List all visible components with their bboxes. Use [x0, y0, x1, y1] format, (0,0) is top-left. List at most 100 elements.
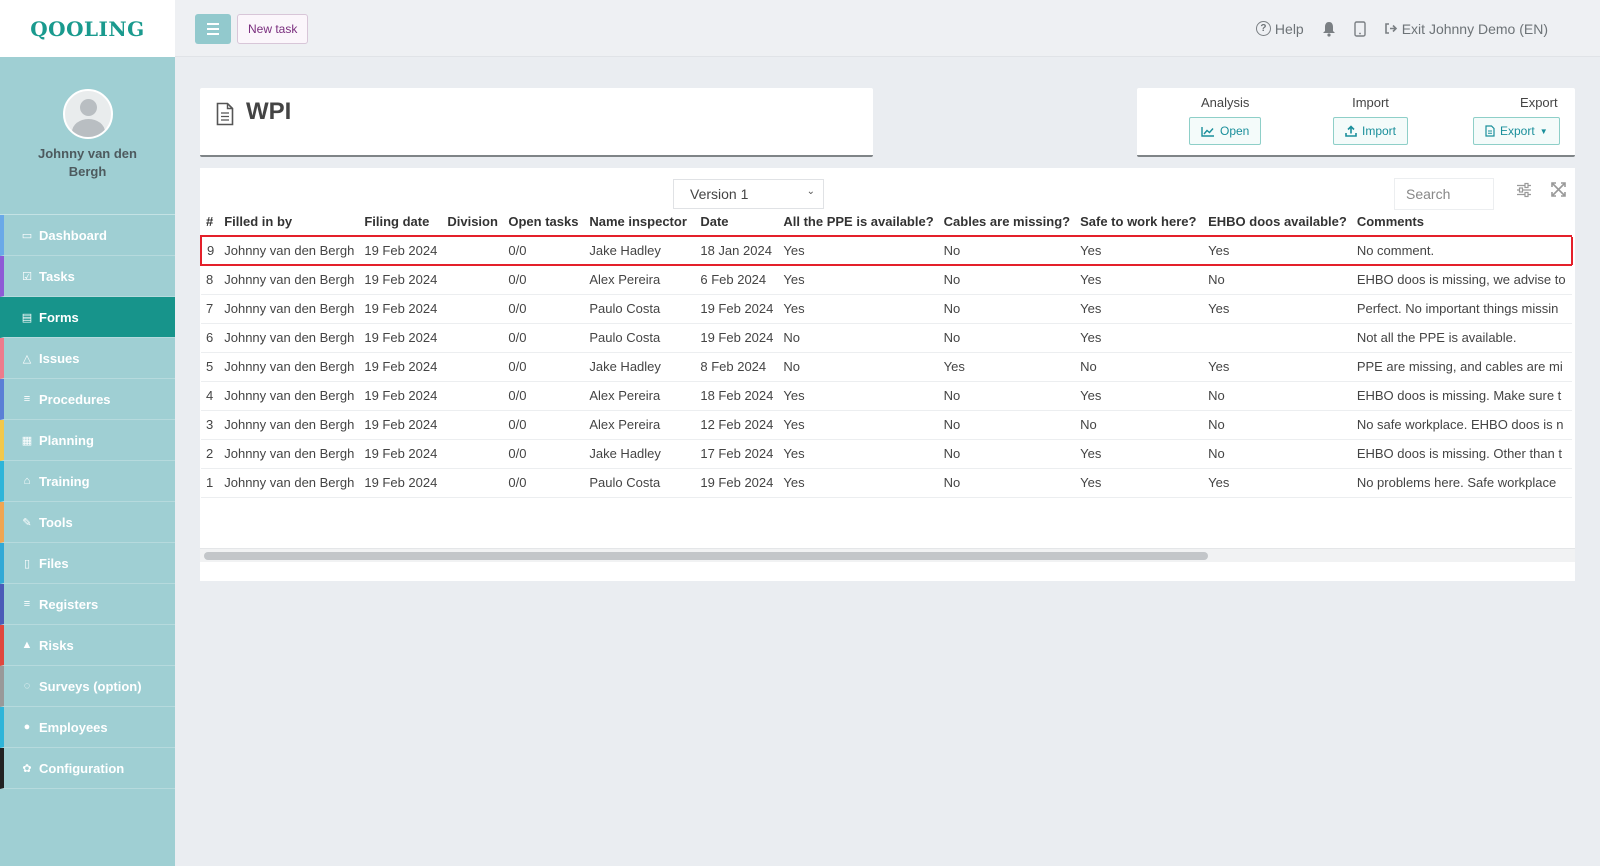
export-dropdown-button[interactable]: Export ▼ [1473, 117, 1560, 145]
top-bar: New task ? Help Exit Johnny Demo (EN) [175, 0, 1600, 57]
column-header[interactable]: All the PPE is available? [778, 208, 939, 237]
sidebar-item-planning[interactable]: ▦ Planning [0, 420, 175, 461]
sidebar-item-tools[interactable]: ✎ Tools [0, 502, 175, 543]
sidebar-item-issues[interactable]: △ Issues [0, 338, 175, 379]
table-cell: No [1075, 352, 1204, 382]
table-cell: 6 Feb 2024 [695, 265, 779, 295]
file-icon [1485, 125, 1495, 137]
column-header[interactable]: Comments [1351, 208, 1572, 237]
sidebar-item-tasks[interactable]: ☑ Tasks [0, 256, 175, 297]
column-header[interactable]: Filing date [359, 208, 443, 237]
scrollbar-thumb[interactable] [204, 552, 1208, 560]
sidebar-item-label: Configuration [39, 760, 125, 776]
column-header[interactable]: Open tasks [503, 208, 585, 237]
horizontal-scrollbar[interactable] [200, 548, 1575, 562]
table-row[interactable]: 2 Johnny van den Bergh 19 Feb 2024 0/0 Jake … [201, 439, 1572, 469]
search-input[interactable]: Search [1394, 178, 1494, 210]
table-cell: Yes [778, 235, 939, 266]
sidebar-item-training[interactable]: ⌂ Training [0, 461, 175, 502]
table-cell: Johnny van den Bergh [219, 265, 360, 295]
table-cell: EHBO doos is missing. Make sure t [1351, 381, 1572, 411]
sidebar-item-employees[interactable]: ● Employees [0, 707, 175, 748]
column-header[interactable]: Date [695, 208, 779, 237]
table-cell: 0/0 [503, 323, 585, 353]
table-cell: Yes [1203, 352, 1352, 382]
table-cell: Yes [1075, 381, 1204, 411]
table-cell: Jake Hadley [584, 439, 696, 469]
sidebar-item-files[interactable]: ▯ Files [0, 543, 175, 584]
table-cell: 0/0 [503, 294, 585, 324]
table-header-row: # Filled in by Filing date Division Open tas… [201, 208, 1572, 237]
sidebar-item-surveys-option[interactable]: ◌ Surveys (option) [0, 666, 175, 707]
sidebar-item-procedures[interactable]: ≡ Procedures [0, 379, 175, 420]
sidebar-item-dashboard[interactable]: ▭ Dashboard [0, 215, 175, 256]
new-task-button[interactable]: New task [237, 14, 309, 44]
column-header[interactable]: EHBO doos available? [1203, 208, 1352, 237]
bell-icon: △ [22, 352, 32, 365]
import-group: Import Import [1333, 95, 1409, 145]
table-cell: Johnny van den Bergh [219, 439, 360, 469]
table-cell: 8 Feb 2024 [695, 352, 779, 382]
table-cell: 19 Feb 2024 [359, 235, 443, 266]
table-cell: Yes [778, 468, 939, 498]
sidebar-item-label: Registers [39, 596, 99, 612]
table-cell: Alex Pereira [584, 265, 696, 295]
open-label: Open [1220, 124, 1250, 138]
version-select[interactable]: Version 1 ⌄ [673, 179, 824, 209]
actions-panel: Analysis Open Import Import Export Expor… [1137, 88, 1575, 157]
sidebar-item-label: Tools [39, 514, 73, 530]
sidebar-item-forms[interactable]: ▤ Forms [0, 297, 175, 338]
import-button-label: Import [1362, 124, 1397, 138]
submissions-table: # Filled in by Filing date Division Open tas… [200, 208, 1572, 498]
wrench-icon: ✎ [22, 516, 32, 529]
exit-demo-link[interactable]: Exit Johnny Demo (EN) [1384, 21, 1548, 37]
document-icon [216, 102, 234, 126]
help-link[interactable]: ? Help [1255, 21, 1304, 37]
open-analysis-button[interactable]: Open [1189, 117, 1262, 145]
table-cell: 19 Feb 2024 [695, 468, 779, 498]
table-row[interactable]: 6 Johnny van den Bergh 19 Feb 2024 0/0 Paulo… [201, 323, 1572, 353]
table-cell: Yes [778, 381, 939, 411]
column-settings-icon[interactable] [1516, 182, 1532, 198]
column-header[interactable]: Cables are missing? [938, 208, 1076, 237]
table-cell: No [938, 410, 1076, 440]
tablet-icon[interactable] [1354, 20, 1366, 37]
sidebar-item-registers[interactable]: ≡ Registers [0, 584, 175, 625]
column-header[interactable]: Name inspector [584, 208, 696, 237]
version-value: Version 1 [690, 186, 749, 202]
top-right-menu: ? Help Exit Johnny Demo (EN) [1255, 0, 1548, 57]
calendar-icon: ▦ [21, 434, 33, 447]
column-header[interactable]: Safe to work here? [1075, 208, 1204, 237]
column-header[interactable]: Division [442, 208, 504, 237]
hamburger-menu-button[interactable] [195, 14, 231, 44]
column-header[interactable]: # [201, 208, 220, 237]
chevron-down-icon: ⌄ [806, 186, 815, 197]
table-cell [442, 265, 504, 295]
table-cell: No [938, 381, 1076, 411]
avatar [62, 89, 113, 139]
table-row[interactable]: 7 Johnny van den Bergh 19 Feb 2024 0/0 Paulo… [201, 294, 1572, 324]
table-cell: No [778, 323, 939, 353]
logo[interactable]: QOOLING [0, 0, 175, 57]
bell-icon[interactable] [1322, 21, 1336, 37]
import-button[interactable]: Import [1333, 117, 1409, 145]
upload-icon [1345, 125, 1357, 137]
sign-out-icon [1384, 23, 1397, 34]
table-row[interactable]: 1 Johnny van den Bergh 19 Feb 2024 0/0 Paulo… [201, 468, 1572, 498]
column-header[interactable]: Filled in by [219, 208, 360, 237]
user-profile[interactable]: Johnny van den Bergh [0, 57, 175, 215]
table-cell: 19 Feb 2024 [359, 468, 443, 498]
sidebar-item-risks[interactable]: ▲ Risks [0, 625, 175, 666]
table-cell: No problems here. Safe workplace [1351, 468, 1572, 498]
sidebar-item-configuration[interactable]: ✿ Configuration [0, 748, 175, 789]
table-row[interactable]: 5 Johnny van den Bergh 19 Feb 2024 0/0 Jake … [201, 352, 1572, 382]
table-cell: Johnny van den Bergh [219, 235, 360, 266]
table-row[interactable]: 9 Johnny van den Bergh 19 Feb 2024 0/0 Jake … [200, 235, 1572, 266]
table-row[interactable]: 3 Johnny van den Bergh 19 Feb 2024 0/0 Alex … [201, 410, 1572, 440]
table-cell: 19 Feb 2024 [359, 294, 443, 324]
expand-icon[interactable] [1551, 182, 1566, 197]
sidebar-item-label: Employees [39, 719, 108, 735]
sidebar: Johnny van den Bergh ▭ Dashboard ☑ Tasks ▤ Fo… [0, 57, 175, 866]
table-row[interactable]: 8 Johnny van den Bergh 19 Feb 2024 0/0 Alex … [201, 265, 1572, 295]
table-row[interactable]: 4 Johnny van den Bergh 19 Feb 2024 0/0 Alex … [201, 381, 1572, 411]
